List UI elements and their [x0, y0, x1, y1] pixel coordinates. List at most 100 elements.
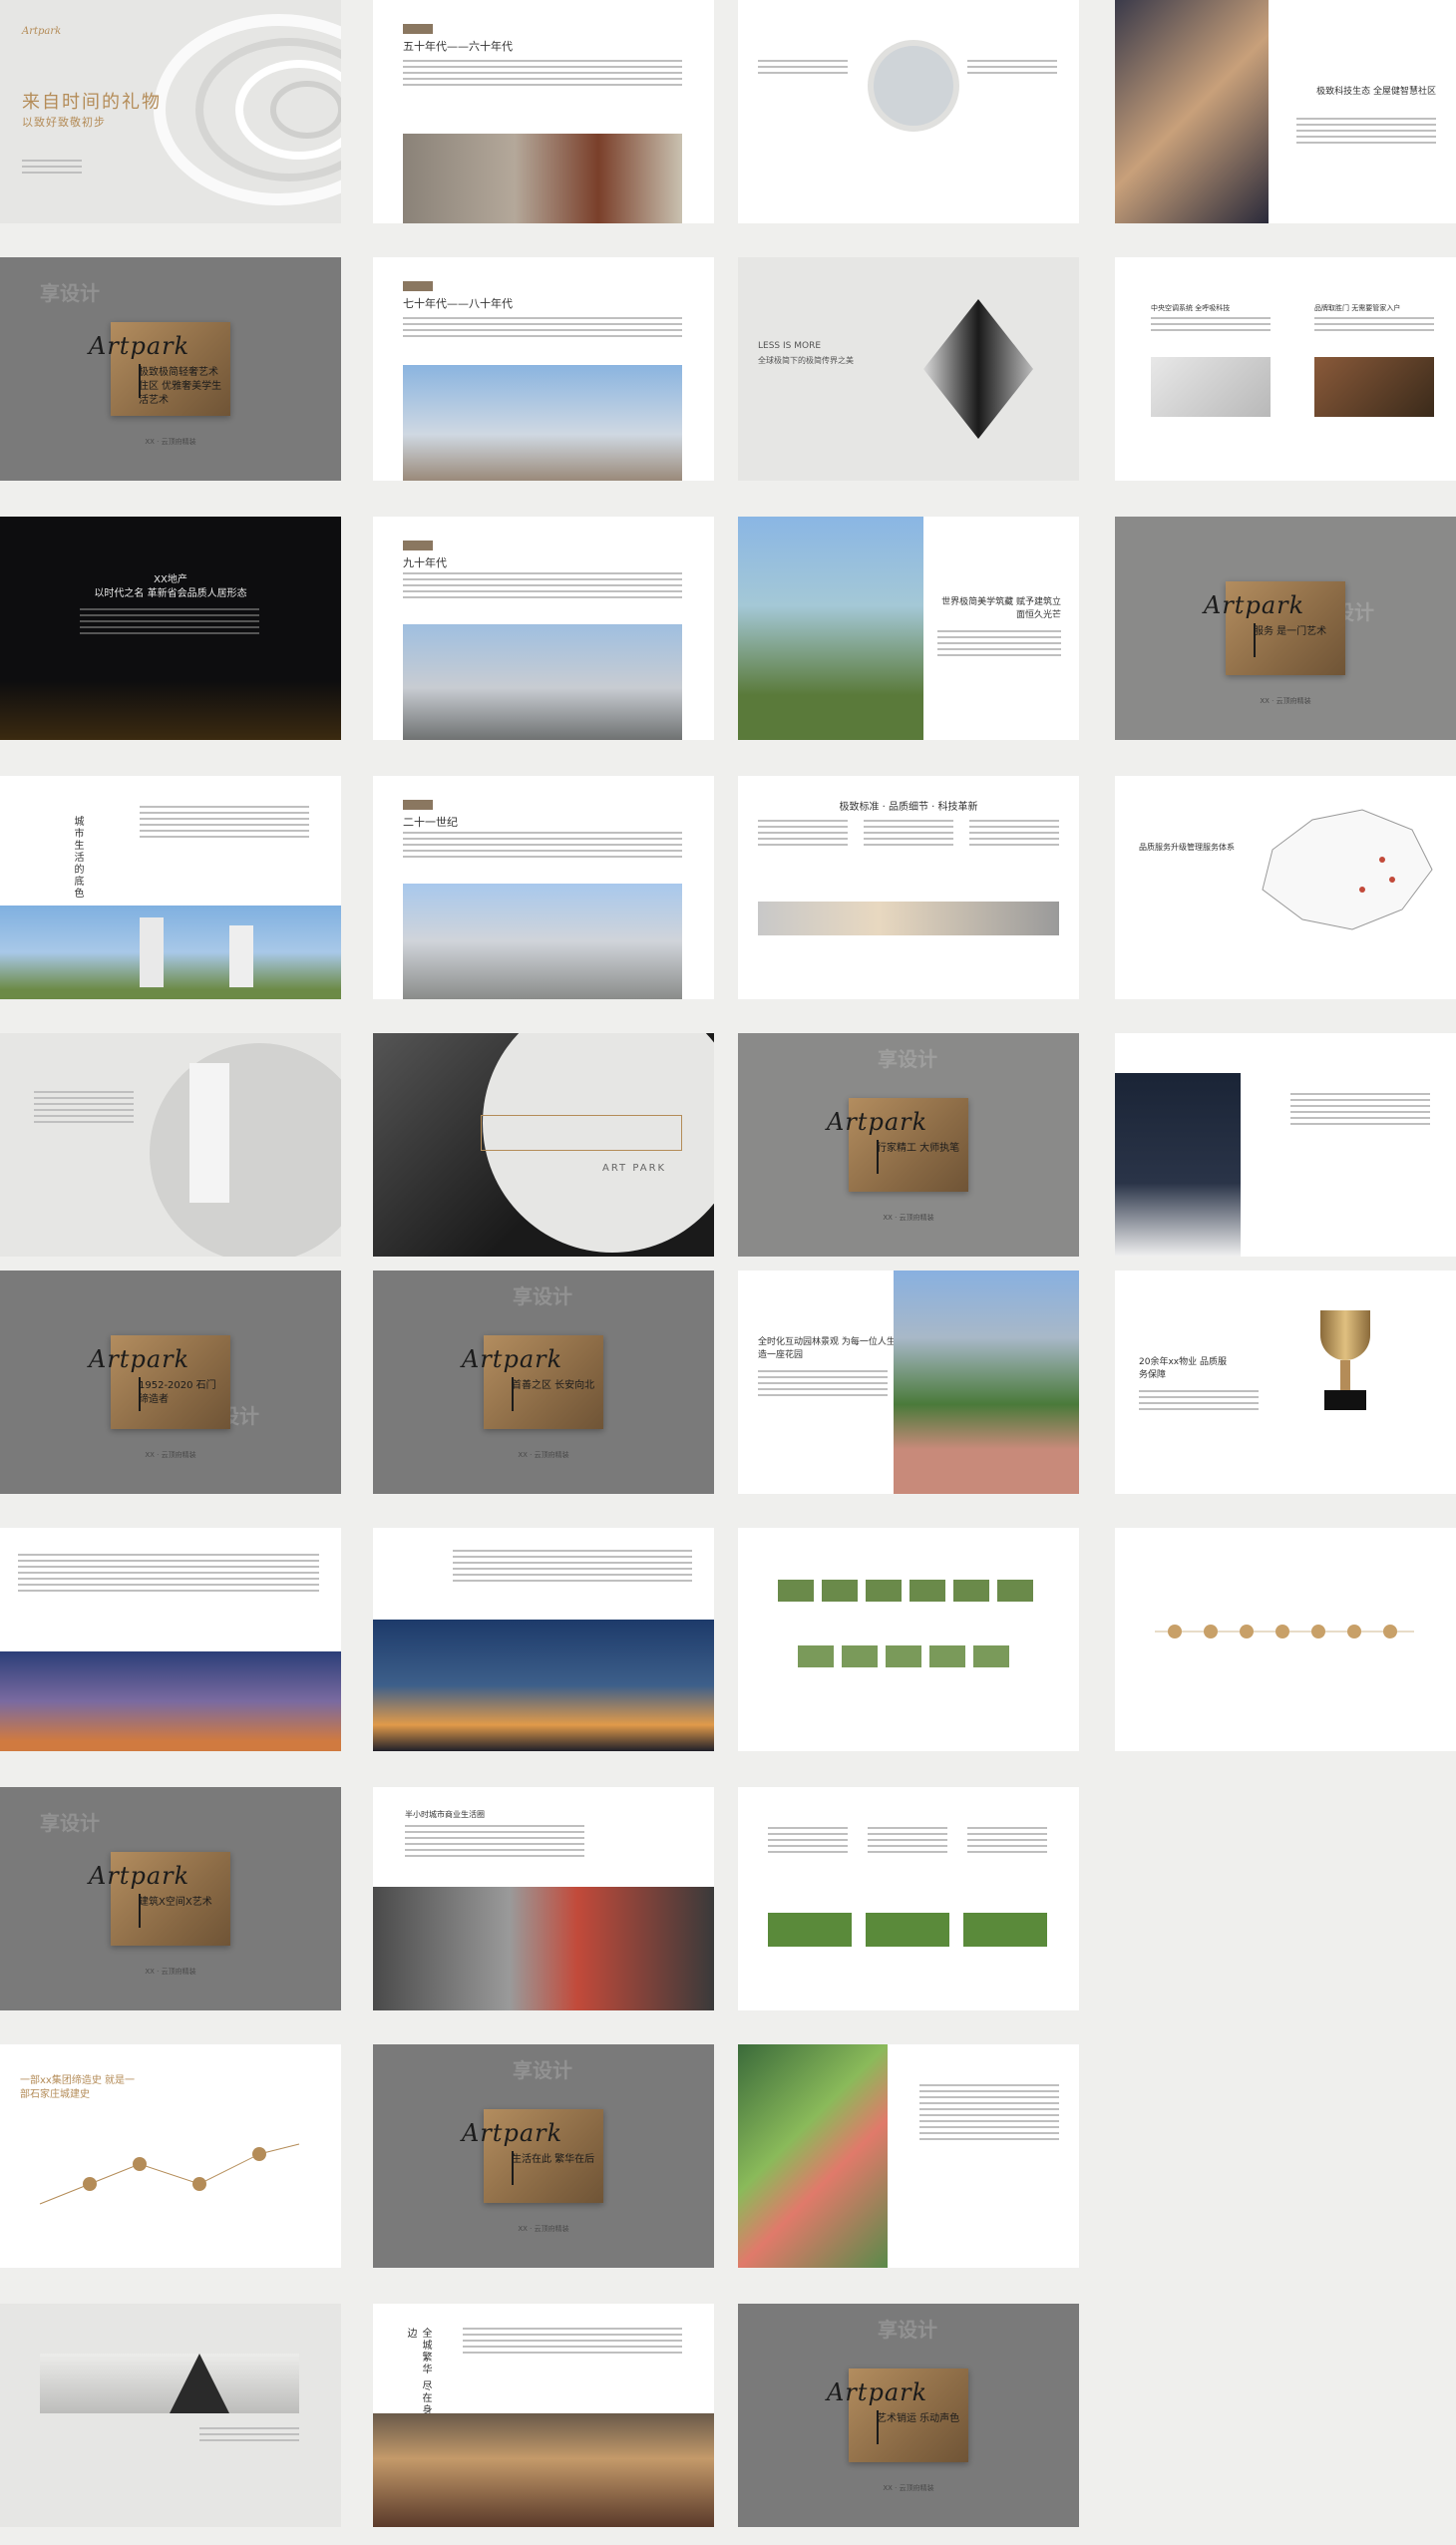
brand-logo: Artpark	[1204, 591, 1305, 619]
circle-arch-graphic	[150, 1043, 341, 1257]
inner-title: 品牌取胜门 无需要管家入户	[1314, 304, 1401, 312]
brand-plate: Artpark 首善之区 长安向北	[462, 1335, 603, 1429]
butler-text	[1290, 1093, 1430, 1129]
chapter-page-1[interactable]: 享设计 Artpark 极致极简轻奢艺术住区 优雅奢美学生活艺术 XX · 云顶府…	[0, 257, 341, 481]
butler-page[interactable]	[1115, 1033, 1456, 1257]
twentyfirst-title: 二十一世纪	[403, 816, 458, 829]
chapter-page-3[interactable]: 享设计 Artpark 行家精工 大师执笔 XX · 云顶府精装	[738, 1033, 1079, 1257]
interior-photos	[758, 902, 1059, 935]
garden-page[interactable]: 全时化互动园林景观 为每一位人生造一座花园	[738, 1271, 1079, 1494]
tablet-photo	[1115, 0, 1269, 223]
chapter-page-5[interactable]: 享设计 Artpark 首善之区 长安向北 XX · 云顶府精装	[373, 1271, 714, 1494]
circle-architecture-page[interactable]	[0, 1033, 341, 1257]
landmark-text	[199, 2427, 299, 2445]
plate-tagline: 首善之区 长安向北	[512, 1380, 595, 1391]
mall-title: 全城繁华 尽在身边	[405, 2328, 431, 2417]
nineties-page[interactable]: 九十年代	[373, 517, 714, 740]
green-text	[140, 806, 309, 842]
tech-page[interactable]: 极致科技生态 全屋健智慧社区	[1115, 0, 1456, 223]
seventies-page[interactable]: 七十年代——八十年代	[373, 257, 714, 481]
garden-photo	[894, 1271, 1079, 1494]
landmark-page[interactable]	[0, 2304, 341, 2527]
brand-plate: Artpark 1952-2020 石门缔造者	[89, 1335, 230, 1429]
door-photo	[1314, 357, 1434, 417]
cover-logo: Artpark	[22, 26, 62, 37]
award-page[interactable]: 20余年xx物业 品质服务保障	[1115, 1271, 1456, 1494]
brand-plate: Artpark 艺术销运 乐动声色	[827, 2368, 968, 2462]
chapter-page-6[interactable]: 享设计 Artpark 建筑X空间X艺术 XX · 云顶府精装	[0, 1787, 341, 2010]
landscape-grid-page[interactable]	[738, 1528, 1079, 1751]
estate-night-page[interactable]: XX地产 以时代之名 革新省会品质人居形态	[0, 517, 341, 740]
seventies-photos	[403, 365, 682, 481]
cover-text-block	[22, 160, 82, 178]
brand-plate: Artpark 行家精工 大师执笔	[827, 1098, 968, 1192]
overpass-page[interactable]	[373, 1528, 714, 1751]
diamond-graphic	[923, 299, 1033, 439]
hvac-photo	[1151, 357, 1271, 417]
plate-tagline: 1952-2020 石门缔造者	[139, 1380, 216, 1405]
art-park-page[interactable]: ART PARK	[373, 1033, 714, 1257]
watermark: 享设计	[878, 1047, 937, 1071]
map-page[interactable]: 品质服务升级管理服务体系	[1115, 776, 1456, 999]
gardens-col-3	[967, 1827, 1047, 1857]
aerial-page[interactable]: 世界极简美学筑藏 赋予建筑立面恒久光芒	[738, 517, 1079, 740]
towers-photo	[0, 906, 341, 999]
three-gardens-page[interactable]	[738, 1787, 1079, 2010]
landscape-thumbs-1	[778, 1580, 1037, 1602]
site-plan-text	[919, 2084, 1059, 2144]
timeline-icons-page[interactable]	[1115, 1528, 1456, 1751]
twentyfirst-page[interactable]: 二十一世纪	[373, 776, 714, 999]
brand-logo: Artpark	[462, 1345, 563, 1373]
plate-footer: XX · 云顶府精装	[145, 1451, 196, 1459]
gardens-col-1	[768, 1827, 848, 1857]
green-living-page[interactable]: 城市生活的底色	[0, 776, 341, 999]
plate-footer: XX · 云顶府精装	[145, 1968, 196, 1976]
plate-tagline: 建筑X空间X艺术	[139, 1897, 212, 1908]
brand-logo: Artpark	[827, 2378, 928, 2406]
chapter-page-2[interactable]: 享设计 Artpark服务 是一门艺术 XX · 云顶府精装	[1115, 517, 1456, 740]
chapter-page-8[interactable]: 享设计 Artpark 艺术销运 乐动声色 XX · 云顶府精装	[738, 2304, 1079, 2527]
china-map	[1262, 809, 1433, 930]
mall-page[interactable]: 全城繁华 尽在身边	[373, 2304, 714, 2527]
air-system-page[interactable]: 中央空调系统 全呼吸科技 品牌取胜门 无需要管家入户	[1115, 257, 1456, 481]
less-is-more-page[interactable]: LESS IS MORE 全球极简下的极简传界之美	[738, 257, 1079, 481]
tech-text	[1296, 118, 1436, 148]
aerial-photo	[738, 517, 923, 740]
gardens-photos	[768, 1913, 1047, 1947]
brand-logo: Artpark	[89, 332, 190, 360]
timeline-title: 一部xx集团缔造史 就是一部石家庄城建史	[20, 2075, 136, 2100]
twentyfirst-text	[403, 832, 682, 862]
butler-photo	[1115, 1073, 1241, 1257]
subway-photo	[373, 1887, 714, 2010]
chapter-page-4[interactable]: 享设计 Artpark1952-2020 石门缔造者 XX · 云顶府精装	[0, 1271, 341, 1494]
timeline-graph	[39, 2143, 300, 2205]
standard-page[interactable]: 极致标准 · 品质细节 · 科技革新	[738, 776, 1079, 999]
less-title: LESS IS MORE	[758, 341, 822, 351]
less-subtitle: 全球极简下的极简传界之美	[758, 356, 854, 365]
brand-plate: Artpark 服务 是一门艺术	[1204, 581, 1345, 675]
fifties-page[interactable]: 五十年代——六十年代	[373, 0, 714, 223]
watermark: 享设计	[40, 281, 100, 305]
service-text-left	[758, 60, 848, 78]
transport-page[interactable]: 半小时城市商业生活圈	[373, 1787, 714, 2010]
plate-tagline: 艺术销运 乐动声色	[877, 2413, 960, 2424]
overpass-night-photo	[373, 1620, 714, 1751]
world-title: 世界极简美学筑藏 赋予建筑立面恒久光芒	[941, 597, 1061, 620]
plate-tagline: 生活在此 繁华在后	[512, 2154, 595, 2165]
city-builder-page[interactable]	[0, 1528, 341, 1751]
plate-tagline: 极致极简轻奢艺术住区 优雅奢美学生活艺术	[139, 367, 222, 406]
site-plan-page[interactable]	[738, 2044, 1079, 2268]
timeline-icons	[1155, 1625, 1414, 1638]
quote-frame	[481, 1115, 682, 1151]
brand-plate: Artpark 建筑X空间X艺术	[89, 1852, 230, 1946]
nineties-text	[403, 572, 682, 602]
watermark: 享设计	[513, 1284, 572, 1308]
overpass-text	[453, 1550, 692, 1586]
plate-footer: XX · 云顶府精装	[518, 2225, 569, 2233]
standard-col-2	[864, 820, 953, 850]
garden-text	[758, 1370, 888, 1400]
cover-page[interactable]: Artpark 来自时间的礼物 以致好致敬初步	[0, 0, 341, 223]
service-circle-page[interactable]	[738, 0, 1079, 223]
chapter-page-7[interactable]: 享设计 Artpark 生活在此 繁华在后 XX · 云顶府精装	[373, 2044, 714, 2268]
timeline-page[interactable]: 一部xx集团缔造史 就是一部石家庄城建史	[0, 2044, 341, 2268]
